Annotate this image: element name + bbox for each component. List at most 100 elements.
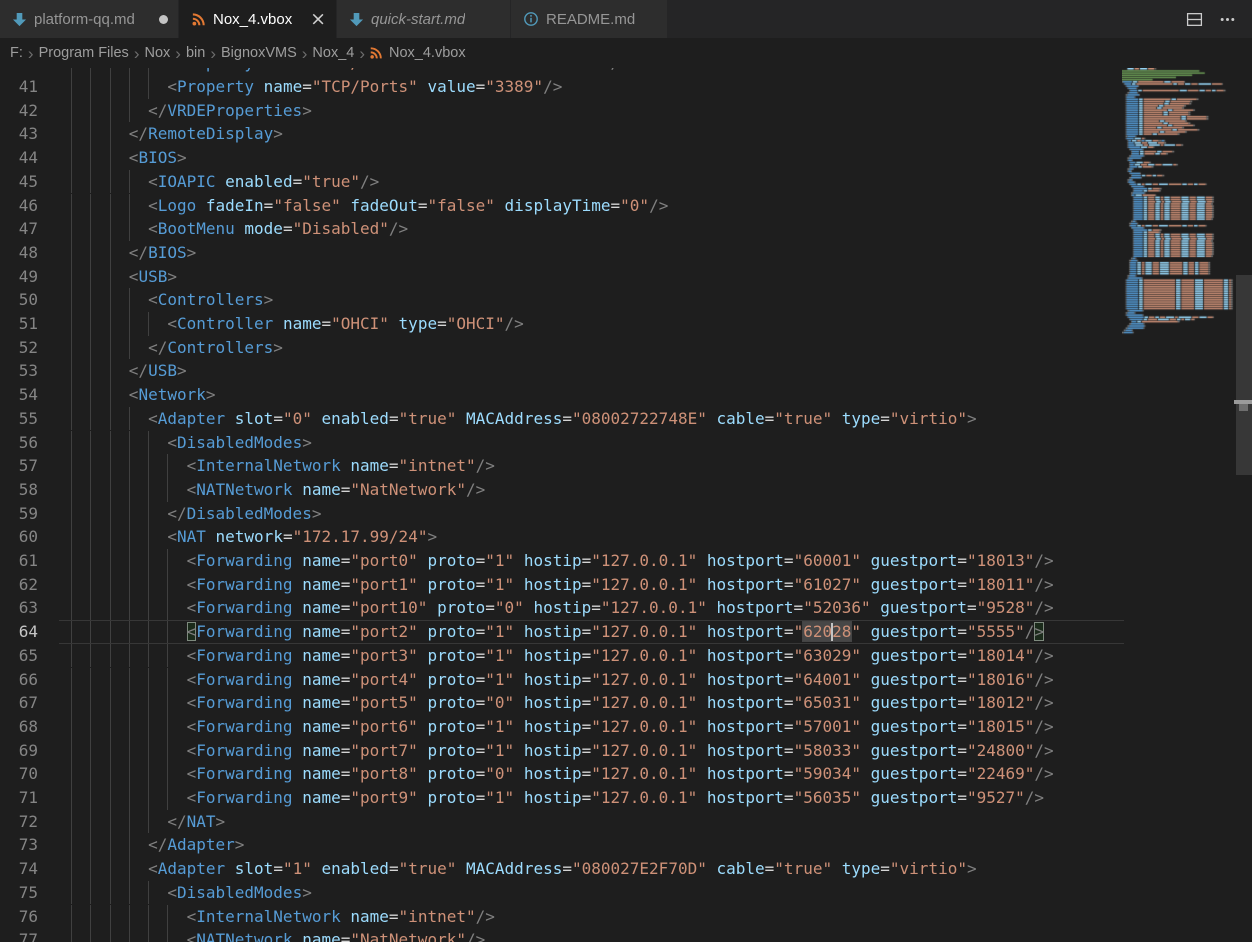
code-line[interactable]: <NAT network="172.17.99/24">: [46, 525, 1124, 549]
code-row-77[interactable]: 77 <NATNetwork name="NatNetwork"/>: [0, 928, 1124, 942]
code-line[interactable]: <Forwarding name="port3" proto="1" hosti…: [46, 644, 1124, 668]
code-row-62[interactable]: 62 <Forwarding name="port1" proto="1" ho…: [0, 573, 1124, 597]
code-line[interactable]: <Controller name="OHCI" type="OHCI"/>: [46, 312, 1124, 336]
split-editor-button[interactable]: [1186, 11, 1203, 28]
code-line[interactable]: <DisabledModes>: [46, 431, 1124, 455]
indent-guide: [110, 431, 111, 455]
code-row-66[interactable]: 66 <Forwarding name="port4" proto="1" ho…: [0, 668, 1124, 692]
code-row-54[interactable]: 54 <Network>: [0, 383, 1124, 407]
code-line[interactable]: <DisabledModes>: [46, 881, 1124, 905]
breadcrumb-file[interactable]: Nox_4.vbox: [369, 45, 466, 61]
code-line[interactable]: <InternalNetwork name="intnet"/>: [46, 454, 1124, 478]
code-line[interactable]: <Forwarding name="port9" proto="1" hosti…: [46, 786, 1124, 810]
code-row-74[interactable]: 74 <Adapter slot="1" enabled="true" MACA…: [0, 857, 1124, 881]
code-line[interactable]: </VRDEProperties>: [46, 99, 1124, 123]
code-row-47[interactable]: 47 <BootMenu mode="Disabled"/>: [0, 217, 1124, 241]
code-line[interactable]: <Forwarding name="port4" proto="1" hosti…: [46, 668, 1124, 692]
close-icon[interactable]: ×: [310, 10, 326, 29]
code-line[interactable]: <Forwarding name="port2" proto="1" hosti…: [46, 620, 1124, 644]
code-line[interactable]: <Adapter slot="1" enabled="true" MACAddr…: [46, 857, 1124, 881]
code-row-55[interactable]: 55 <Adapter slot="0" enabled="true" MACA…: [0, 407, 1124, 431]
code-row-63[interactable]: 63 <Forwarding name="port10" proto="0" h…: [0, 596, 1124, 620]
code-line[interactable]: </USB>: [46, 359, 1124, 383]
breadcrumb-item-5[interactable]: Nox_4: [311, 45, 355, 61]
code-line[interactable]: <Forwarding name="port0" proto="1" hosti…: [46, 549, 1124, 573]
code-row-51[interactable]: 51 <Controller name="OHCI" type="OHCI"/>: [0, 312, 1124, 336]
tab-Nox_4.vbox[interactable]: Nox_4.vbox×: [179, 0, 336, 38]
code-row-61[interactable]: 61 <Forwarding name="port0" proto="1" ho…: [0, 549, 1124, 573]
code-line[interactable]: <Forwarding name="port5" proto="0" hosti…: [46, 691, 1124, 715]
code-row-50[interactable]: 50 <Controllers>: [0, 288, 1124, 312]
code-row-58[interactable]: 58 <NATNetwork name="NatNetwork"/>: [0, 478, 1124, 502]
code-row-60[interactable]: 60 <NAT network="172.17.99/24">: [0, 525, 1124, 549]
code-row-64[interactable]: 64 <Forwarding name="port2" proto="1" ho…: [0, 620, 1124, 644]
code-line[interactable]: <NATNetwork name="NatNetwork"/>: [46, 478, 1124, 502]
code-line[interactable]: <Property name="TCP/Ports" value="3389"/…: [46, 75, 1124, 99]
code-line[interactable]: </DisabledModes>: [46, 502, 1124, 526]
code-row-43[interactable]: 43 </RemoteDisplay>: [0, 122, 1124, 146]
code-row-41[interactable]: 41 <Property name="TCP/Ports" value="338…: [0, 75, 1124, 99]
code-row-45[interactable]: 45 <IOAPIC enabled="true"/>: [0, 170, 1124, 194]
code-line[interactable]: <Forwarding name="port7" proto="1" hosti…: [46, 739, 1124, 763]
code-row-40[interactable]: 40 <Property name="TCP/Address" value="1…: [0, 68, 1124, 75]
code-line[interactable]: <Controllers>: [46, 288, 1124, 312]
code-row-69[interactable]: 69 <Forwarding name="port7" proto="1" ho…: [0, 739, 1124, 763]
indent-guide: [110, 596, 111, 620]
code-line[interactable]: <Forwarding name="port6" proto="1" hosti…: [46, 715, 1124, 739]
code-row-52[interactable]: 52 </Controllers>: [0, 336, 1124, 360]
minimap[interactable]: [1122, 68, 1234, 942]
code-line[interactable]: <Logo fadeIn="false" fadeOut="false" dis…: [46, 194, 1124, 218]
code-line[interactable]: <Forwarding name="port8" proto="0" hosti…: [46, 762, 1124, 786]
code-row-65[interactable]: 65 <Forwarding name="port3" proto="1" ho…: [0, 644, 1124, 668]
breadcrumb-item-0[interactable]: F:: [9, 45, 24, 61]
editor[interactable]: 40 <Property name="TCP/Address" value="1…: [0, 68, 1252, 942]
code-row-70[interactable]: 70 <Forwarding name="port8" proto="0" ho…: [0, 762, 1124, 786]
code-line[interactable]: <Property name="TCP/Address" value="127.…: [46, 68, 1124, 75]
code-row-76[interactable]: 76 <InternalNetwork name="intnet"/>: [0, 905, 1124, 929]
code-row-59[interactable]: 59 </DisabledModes>: [0, 502, 1124, 526]
code-line[interactable]: </Adapter>: [46, 833, 1124, 857]
code-line[interactable]: </RemoteDisplay>: [46, 122, 1124, 146]
indent-guide: [167, 762, 168, 786]
code-row-46[interactable]: 46 <Logo fadeIn="false" fadeOut="false" …: [0, 194, 1124, 218]
tab-README.md[interactable]: README.md: [511, 0, 667, 38]
scrollbar[interactable]: [1234, 68, 1252, 942]
code-line[interactable]: </BIOS>: [46, 241, 1124, 265]
code-line[interactable]: <BIOS>: [46, 146, 1124, 170]
code-row-42[interactable]: 42 </VRDEProperties>: [0, 99, 1124, 123]
code-row-56[interactable]: 56 <DisabledModes>: [0, 431, 1124, 455]
code-line[interactable]: <IOAPIC enabled="true"/>: [46, 170, 1124, 194]
code-line[interactable]: <Forwarding name="port10" proto="0" host…: [46, 596, 1124, 620]
code-row-73[interactable]: 73 </Adapter>: [0, 833, 1124, 857]
code-row-44[interactable]: 44 <BIOS>: [0, 146, 1124, 170]
code-line[interactable]: </Controllers>: [46, 336, 1124, 360]
code-row-49[interactable]: 49 <USB>: [0, 265, 1124, 289]
code-line[interactable]: <USB>: [46, 265, 1124, 289]
code-line[interactable]: <NATNetwork name="NatNetwork"/>: [46, 928, 1124, 942]
modified-dot-icon[interactable]: [159, 15, 168, 24]
breadcrumb-item-2[interactable]: Nox: [143, 45, 171, 61]
code-line[interactable]: <BootMenu mode="Disabled"/>: [46, 217, 1124, 241]
code-row-68[interactable]: 68 <Forwarding name="port6" proto="1" ho…: [0, 715, 1124, 739]
indent-guide: [90, 596, 91, 620]
code-line[interactable]: <InternalNetwork name="intnet"/>: [46, 905, 1124, 929]
code-line[interactable]: <Forwarding name="port1" proto="1" hosti…: [46, 573, 1124, 597]
code-row-75[interactable]: 75 <DisabledModes>: [0, 881, 1124, 905]
code-row-67[interactable]: 67 <Forwarding name="port5" proto="0" ho…: [0, 691, 1124, 715]
code-row-48[interactable]: 48 </BIOS>: [0, 241, 1124, 265]
breadcrumb-item-1[interactable]: Program Files: [38, 45, 130, 61]
code-line[interactable]: <Adapter slot="0" enabled="true" MACAddr…: [46, 407, 1124, 431]
tab-platform-qq.md[interactable]: platform-qq.md: [0, 0, 178, 38]
code-row-57[interactable]: 57 <InternalNetwork name="intnet"/>: [0, 454, 1124, 478]
code-line[interactable]: </NAT>: [46, 810, 1124, 834]
code-row-71[interactable]: 71 <Forwarding name="port9" proto="1" ho…: [0, 786, 1124, 810]
code-line[interactable]: <Network>: [46, 383, 1124, 407]
tab-quick-start.md[interactable]: quick-start.md: [337, 0, 510, 38]
indent-guide: [90, 431, 91, 455]
breadcrumb-item-3[interactable]: bin: [185, 45, 206, 61]
scrollbar-thumb[interactable]: [1236, 275, 1252, 475]
breadcrumb-item-4[interactable]: BignoxVMS: [220, 45, 298, 61]
more-actions-button[interactable]: [1219, 11, 1236, 28]
code-row-72[interactable]: 72 </NAT>: [0, 810, 1124, 834]
code-row-53[interactable]: 53 </USB>: [0, 359, 1124, 383]
